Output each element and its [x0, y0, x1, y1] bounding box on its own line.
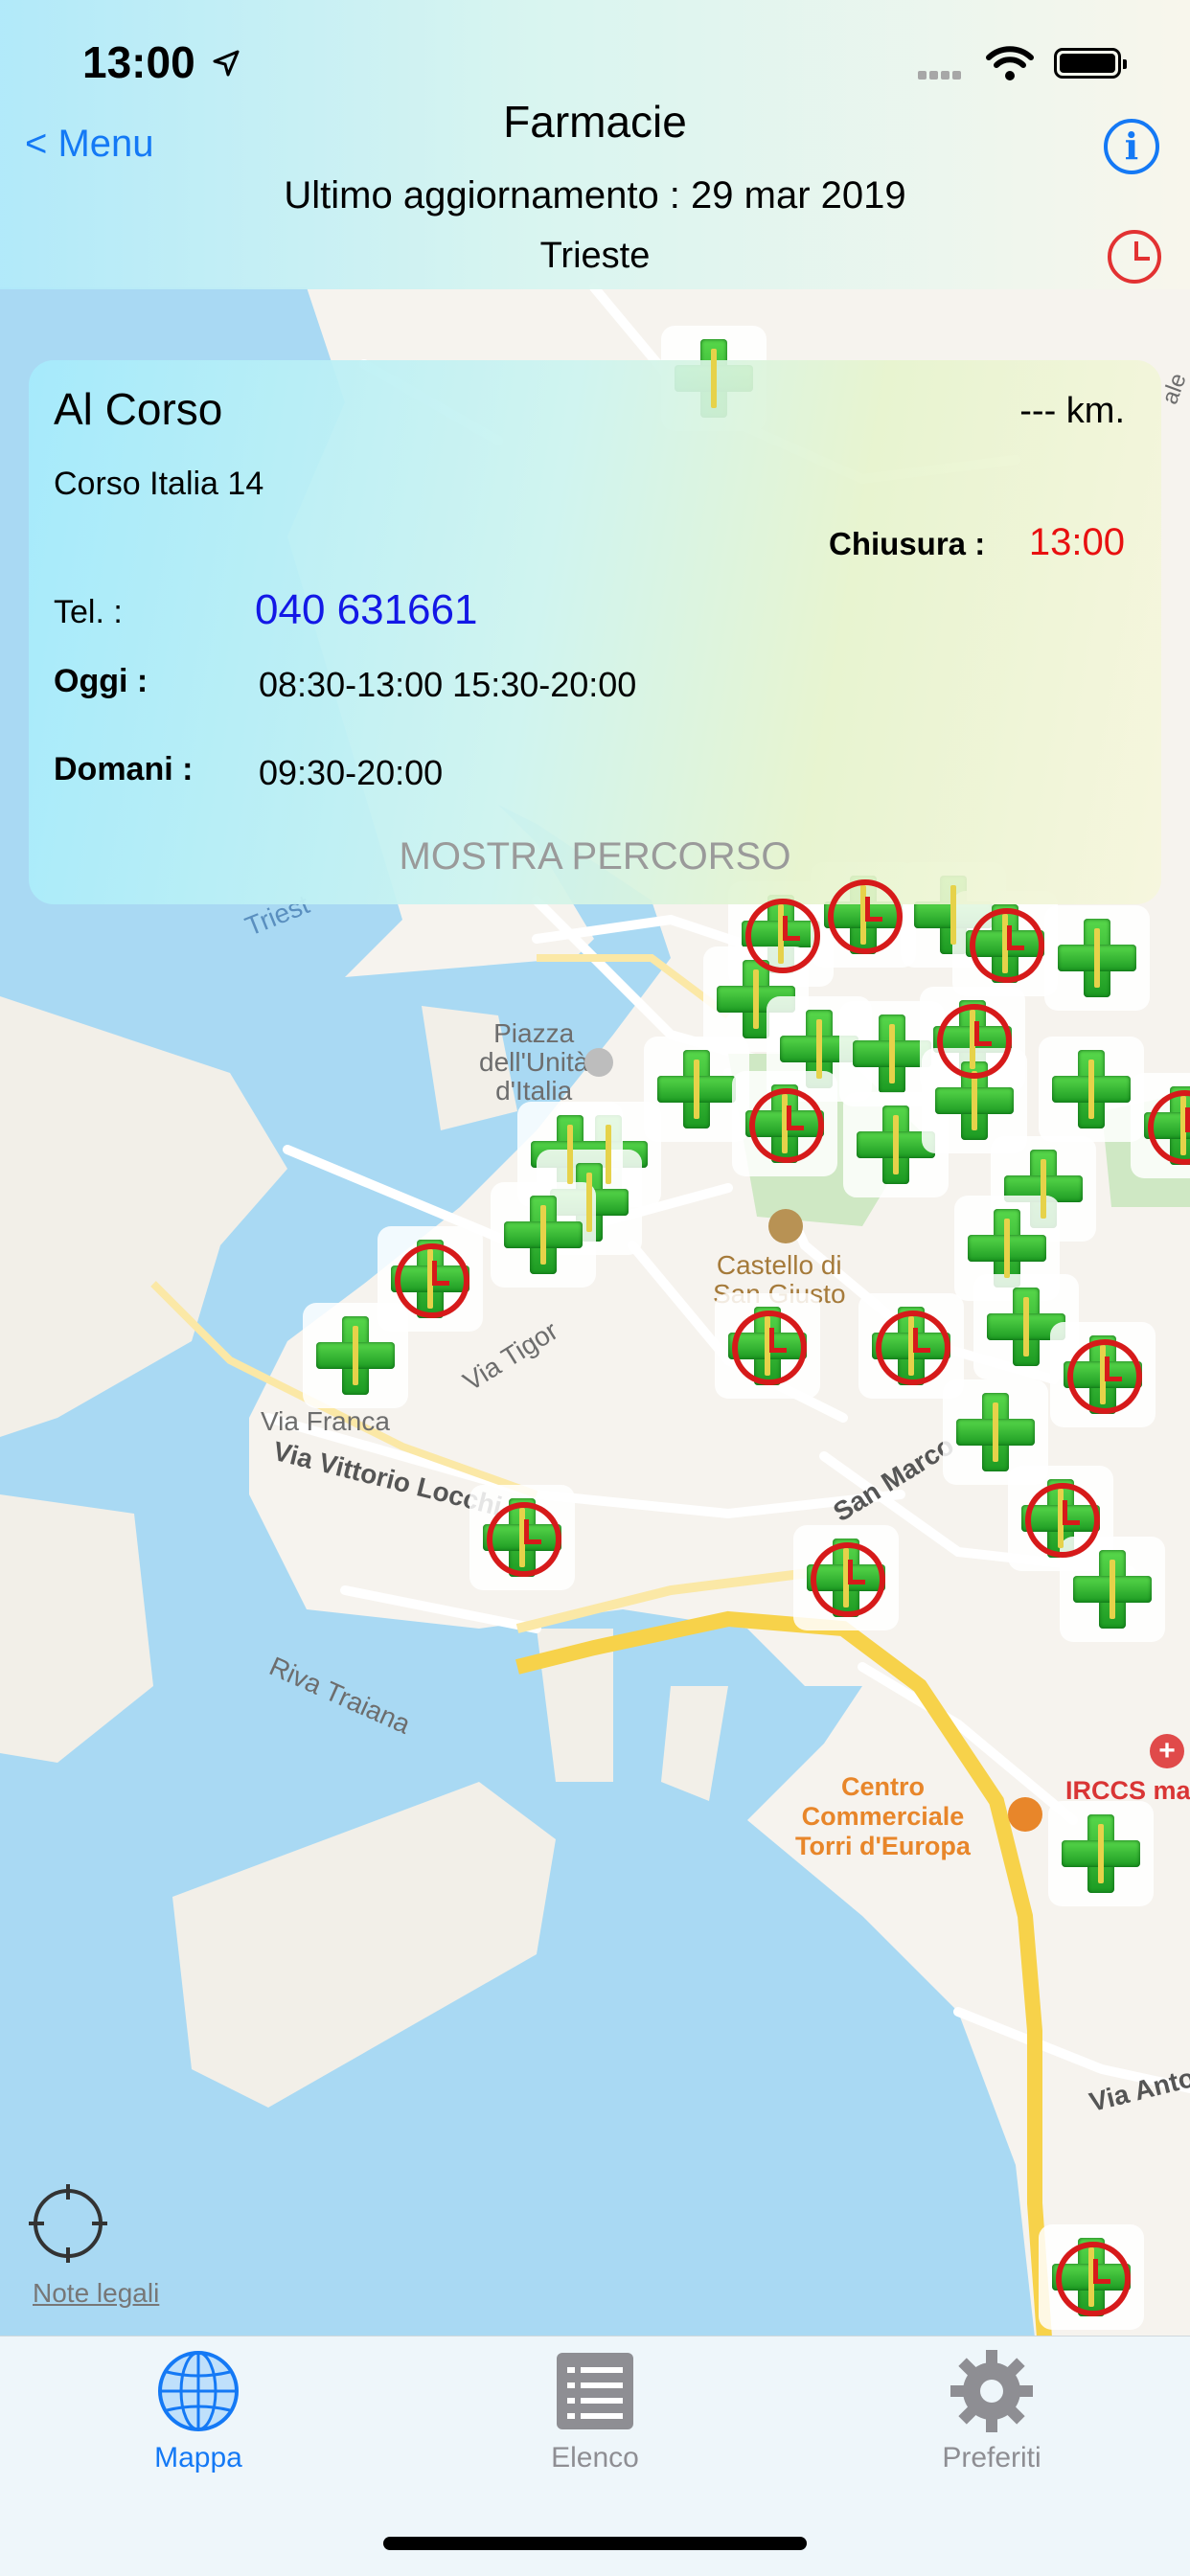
map-label-centro-commerciale: Centro Commerciale Torri d'Europa	[795, 1772, 971, 1860]
battery-icon	[1054, 48, 1127, 79]
pharmacy-marker[interactable]	[952, 891, 1058, 996]
location-arrow-icon	[213, 50, 240, 77]
pharmacy-marker[interactable]	[1048, 1801, 1154, 1906]
clock-icon	[937, 1004, 1012, 1079]
tab-label: Mappa	[154, 2442, 242, 2473]
pharmacy-marker[interactable]	[1044, 905, 1150, 1011]
home-indicator[interactable]	[383, 2537, 807, 2550]
closing-label: Chiusura :	[829, 526, 986, 561]
tab-elenco[interactable]: Elenco	[397, 2337, 793, 2499]
pharmacy-marker[interactable]	[1039, 2224, 1144, 2330]
clock-icon	[828, 879, 903, 954]
opening-hours-clock-icon[interactable]	[1108, 230, 1161, 284]
header: 13:00 < Menu Farmacie Ultimo aggiornamen…	[0, 0, 1190, 289]
pharmacy-marker[interactable]	[303, 1303, 408, 1408]
closing-time: 13:00	[1028, 521, 1125, 563]
shopping-icon	[1008, 1797, 1042, 1832]
clock-icon	[749, 1088, 824, 1163]
locate-me-icon[interactable]	[29, 2184, 107, 2263]
list-icon	[557, 2353, 633, 2429]
clock-icon	[732, 1311, 807, 1385]
landmark-icon	[584, 1048, 613, 1077]
pharmacy-marker[interactable]	[1039, 1037, 1144, 1142]
clock-icon	[811, 1542, 885, 1617]
status-time: 13:00	[82, 37, 195, 87]
page-title: Farmacie	[503, 97, 687, 147]
pharmacy-marker[interactable]	[491, 1182, 596, 1288]
tab-preferiti[interactable]: Preferiti	[793, 2337, 1190, 2499]
clock-icon	[1067, 1339, 1142, 1414]
today-label: Oggi :	[54, 663, 149, 699]
pharmacy-address: Corso Italia 14	[54, 466, 264, 502]
today-hours: 08:30-13:00 15:30-20:00	[259, 665, 637, 704]
clock-icon	[395, 1243, 469, 1318]
cellular-signal-icon	[918, 67, 964, 84]
pharmacy-marker[interactable]	[715, 1293, 820, 1399]
city-label: Trieste	[539, 236, 651, 276]
tab-mappa[interactable]: Mappa	[0, 2337, 397, 2499]
castle-icon	[768, 1209, 803, 1243]
map-label-via-franca: Via Franca	[261, 1406, 390, 1436]
map-view[interactable]: Triest ale Piazza dell'Unità d'Italia Ca…	[0, 0, 1190, 2337]
pharmacy-name: Al Corso	[54, 384, 223, 434]
tab-label: Preferiti	[942, 2442, 1041, 2473]
tab-label: Elenco	[551, 2442, 639, 2473]
tomorrow-label: Domani :	[54, 751, 194, 787]
clock-icon	[1025, 1483, 1100, 1558]
pharmacy-marker[interactable]	[732, 1071, 837, 1176]
pharmacy-marker[interactable]	[793, 1525, 899, 1630]
clock-icon	[745, 899, 820, 973]
phone-label: Tel. :	[54, 594, 123, 630]
last-update-text: Ultimo aggiornamento : 29 mar 2019	[284, 174, 906, 217]
gear-icon	[950, 2350, 1033, 2432]
hospital-icon: +	[1150, 1734, 1184, 1768]
clock-icon	[970, 908, 1044, 983]
legal-notes-link[interactable]: Note legali	[33, 2278, 159, 2309]
wifi-icon	[986, 46, 1034, 80]
phone-link[interactable]: 040 631661	[255, 586, 477, 634]
pharmacy-marker[interactable]	[1131, 1073, 1190, 1178]
show-route-button[interactable]: MOSTRA PERCORSO	[29, 835, 1161, 878]
clock-icon	[487, 1502, 561, 1577]
info-icon[interactable]: i	[1104, 119, 1159, 174]
clock-icon	[876, 1311, 950, 1385]
tomorrow-hours: 09:30-20:00	[259, 753, 444, 792]
pharmacy-marker[interactable]	[469, 1485, 575, 1590]
distance: --- km.	[1019, 391, 1125, 431]
globe-icon	[158, 2351, 239, 2431]
clock-icon	[1056, 2242, 1131, 2316]
pharmacy-info-card: Al Corso --- km. Corso Italia 14 Chiusur…	[29, 360, 1161, 904]
map-label-piazza: Piazza dell'Unità d'Italia	[479, 1018, 589, 1106]
pharmacy-marker[interactable]	[1050, 1322, 1156, 1427]
